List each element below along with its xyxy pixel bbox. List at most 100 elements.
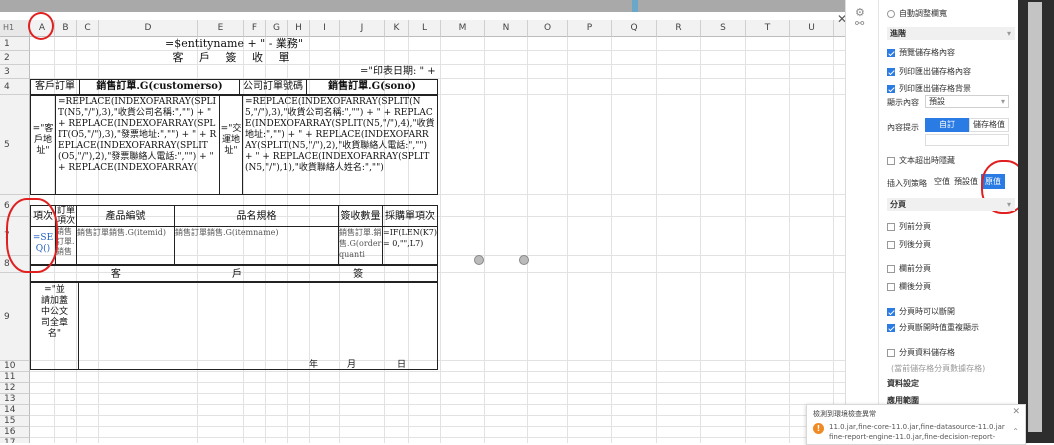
cust-order-label[interactable]: 客戶訂單編號 [30, 79, 80, 95]
column-header-o[interactable]: O [528, 20, 568, 37]
receive-qty-header[interactable]: 簽收數量 [338, 205, 383, 227]
checkbox-icon[interactable] [887, 264, 895, 273]
cust-addr-label[interactable]: ="客戶地址" [30, 95, 56, 195]
item-no-header[interactable]: 項次 [30, 205, 56, 227]
column-header-b[interactable]: B [55, 20, 77, 37]
row-header-5[interactable]: 5 [0, 95, 30, 195]
product-spec-header[interactable]: 品名規格 [174, 205, 339, 227]
row-header-9[interactable]: 9 [0, 273, 30, 361]
page-before-col-label: 欄前分頁 [899, 264, 931, 273]
checkbox-checked-icon[interactable] [887, 84, 895, 93]
column-header-f[interactable]: F [244, 20, 266, 37]
row-header-10[interactable]: 10 [0, 361, 30, 372]
column-header-h[interactable]: H [288, 20, 310, 37]
hint-cell-value-button[interactable]: 儲存格值 [969, 118, 1009, 132]
expand-handle-icon[interactable] [519, 255, 529, 265]
formula-right[interactable]: =REPLACE(INDEXOFARRAY(SPLIT(N5,"/"),3),"… [242, 95, 438, 195]
print-date-cell[interactable]: ="印表日期: " + [360, 65, 440, 79]
order-item-header[interactable]: 訂單項次 [55, 205, 77, 227]
hint-custom-button[interactable]: 自訂 [925, 118, 969, 132]
hint-input[interactable] [925, 134, 1009, 146]
column-header-m[interactable]: M [441, 20, 485, 37]
row-header-2[interactable]: 2 [0, 51, 30, 65]
expand-handle-icon[interactable] [474, 255, 484, 265]
row-header-4[interactable]: 4 [0, 79, 30, 95]
top-strip-marker [632, 0, 638, 12]
column-header-t[interactable]: T [746, 20, 790, 37]
product-no-cell[interactable]: 銷售訂單銷售.G(itemid) [76, 226, 175, 265]
checkbox-icon[interactable] [887, 282, 895, 291]
row-header-11[interactable]: 11 [0, 372, 30, 383]
company-order-label[interactable]: 公司訂單號碼 [239, 79, 307, 95]
purchase-item-header[interactable]: 採購單項次 [382, 205, 438, 227]
row-header-3[interactable]: 3 [0, 65, 30, 79]
ship-addr-label[interactable]: ="交運地址" [219, 95, 243, 195]
section-paging[interactable]: 分頁 ▾ [887, 198, 1015, 211]
chevron-up-icon[interactable]: ⌃ [1012, 427, 1019, 436]
checkbox-checked-icon[interactable] [887, 67, 895, 76]
row-header-12[interactable]: 12 [0, 383, 30, 394]
close-icon[interactable]: ✕ [1012, 407, 1020, 417]
row-header-6[interactable]: 6 [0, 195, 30, 217]
close-sheet-icon[interactable]: ✕ [837, 12, 845, 26]
receive-qty-cell[interactable]: 銷售訂單.銷售.G(orderquanti [338, 226, 383, 265]
policy-null-button[interactable]: 空值 [931, 174, 953, 189]
spreadsheet[interactable]: H1 ABCDEFGHIJKLMNOPQRSTUVWX 123456789101… [0, 12, 845, 443]
subtitle-cell[interactable]: 客 戶 簽 收 單 [30, 51, 438, 65]
row-header-17[interactable]: 17 [0, 438, 30, 443]
section-advanced[interactable]: 進階 ▾ [887, 27, 1015, 40]
policy-original-button[interactable]: 原值 [981, 174, 1005, 189]
signature-area[interactable]: 年 月 日 [78, 282, 438, 370]
column-header-d[interactable]: D [99, 20, 198, 37]
checkbox-icon[interactable] [887, 240, 895, 249]
row-header-1[interactable]: 1 [0, 37, 30, 51]
column-header-k[interactable]: K [385, 20, 409, 37]
column-header-j[interactable]: J [340, 20, 385, 37]
row-header-13[interactable]: 13 [0, 394, 30, 405]
checkbox-checked-icon[interactable] [887, 48, 895, 57]
column-header-g[interactable]: G [266, 20, 288, 37]
row-header-15[interactable]: 15 [0, 416, 30, 427]
radio-icon[interactable] [887, 9, 895, 18]
order-item-cell[interactable]: 銷售訂單.銷售 [55, 226, 77, 265]
customer-sign-cell[interactable]: 客 戶 簽 章 [30, 265, 438, 282]
display-content-select[interactable]: 預設 ▾ [925, 95, 1009, 108]
data-settings-label[interactable]: 資料設定 [887, 378, 919, 389]
product-no-header[interactable]: 產品編號 [76, 205, 175, 227]
formula-left[interactable]: =REPLACE(INDEXOFARRAY(SPLIT(N5,"/"),3),"… [55, 95, 220, 195]
display-content-label: 顯示內容 [887, 98, 919, 107]
column-header-n[interactable]: N [485, 20, 528, 37]
seq-cell[interactable]: =SEQ() [30, 226, 56, 265]
column-header-e[interactable]: E [198, 20, 244, 37]
purchase-item-cell[interactable]: =IF(LEN(K7) = 0,"",L7) [382, 226, 438, 265]
column-header-i[interactable]: I [310, 20, 340, 37]
checkbox-icon[interactable] [887, 348, 895, 357]
column-header-u[interactable]: U [790, 20, 834, 37]
policy-default-button[interactable]: 預設值 [953, 174, 979, 189]
column-header-s[interactable]: S [701, 20, 746, 37]
column-header-q[interactable]: Q [612, 20, 657, 37]
column-header-l[interactable]: L [409, 20, 441, 37]
row-header-7[interactable]: 7 [0, 217, 30, 256]
checkbox-checked-icon[interactable] [887, 307, 895, 316]
sales-order-customer[interactable]: 銷售訂單.G(customerso) [79, 79, 240, 95]
corner-cell[interactable]: H1 [0, 20, 30, 37]
column-header-p[interactable]: P [568, 20, 612, 37]
sales-order-sono[interactable]: 銷售訂單.G(sono) [306, 79, 438, 95]
column-header-c[interactable]: C [77, 20, 99, 37]
link-icon[interactable]: ⚯ [855, 17, 864, 30]
title-cell[interactable]: =$entityname + " - 業務" [30, 37, 438, 51]
checkbox-icon[interactable] [887, 222, 895, 231]
scrollbar-thumb[interactable] [1028, 2, 1042, 432]
grid-line [30, 382, 845, 383]
product-spec-cell[interactable]: 銷售訂單銷售.G(itemname) [174, 226, 339, 265]
row-header-14[interactable]: 14 [0, 405, 30, 416]
row-header-8[interactable]: 8 [0, 256, 30, 273]
column-header-r[interactable]: R [657, 20, 701, 37]
checkbox-icon[interactable] [887, 156, 895, 165]
checkbox-checked-icon[interactable] [887, 323, 895, 332]
column-header-a[interactable]: A [30, 20, 55, 37]
row-header-16[interactable]: 16 [0, 427, 30, 438]
panel-scrollbar[interactable] [1018, 0, 1054, 443]
seal-note-cell[interactable]: ="並請加蓋中公文司全章名" [30, 282, 79, 370]
